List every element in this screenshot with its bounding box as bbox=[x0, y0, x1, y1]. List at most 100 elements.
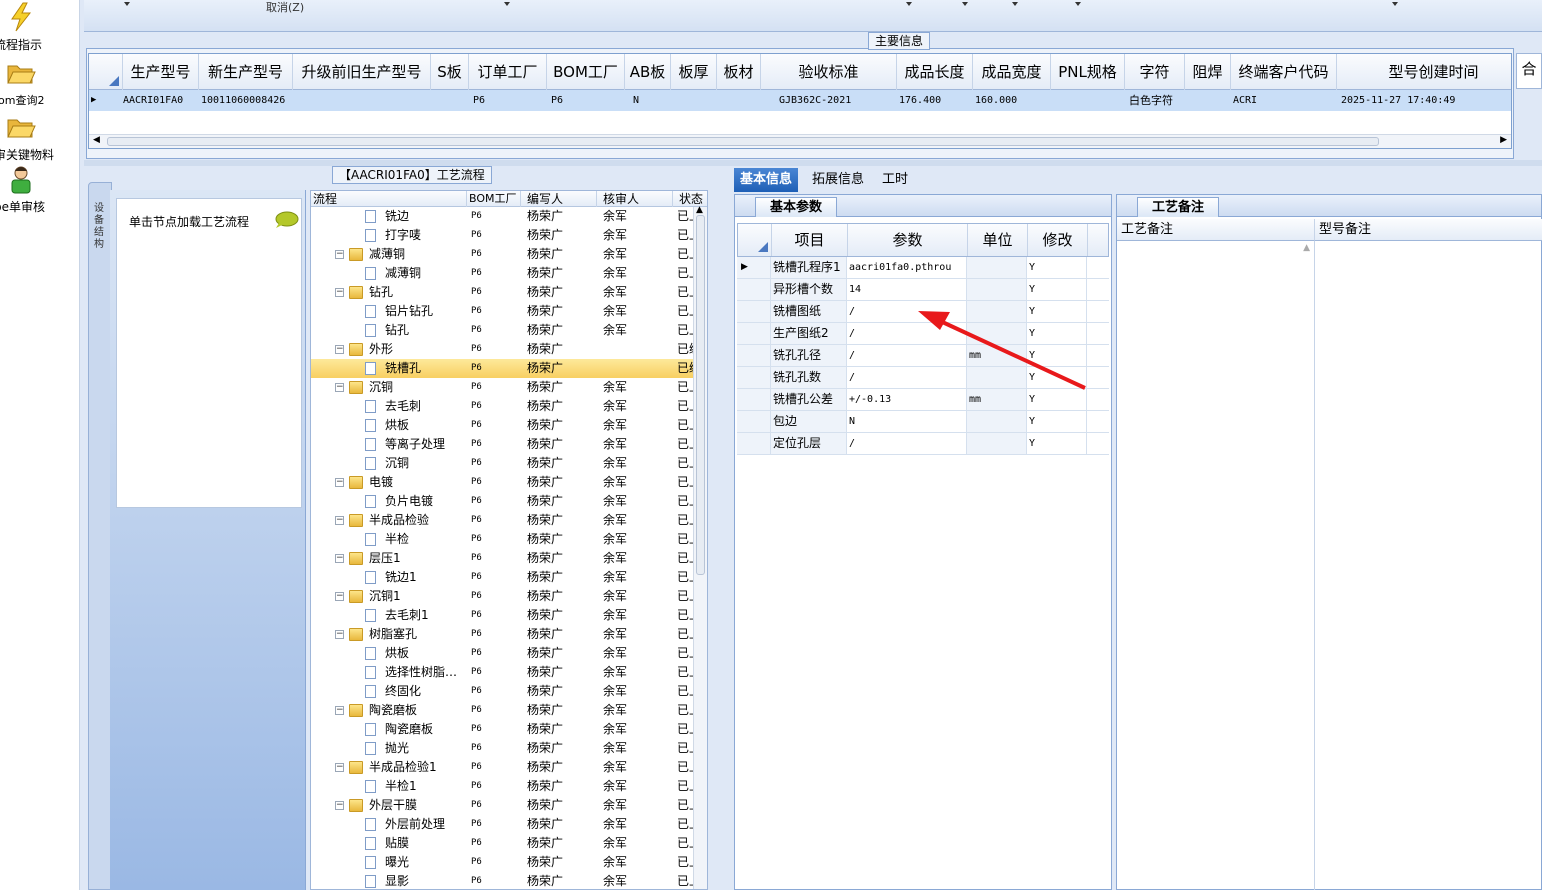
dropdown-arrow-icon[interactable] bbox=[906, 2, 912, 6]
col-header[interactable]: 生产型号 bbox=[123, 54, 199, 90]
param-value[interactable]: 14 bbox=[847, 279, 967, 300]
col-header[interactable]: 板材 bbox=[717, 54, 761, 90]
dropdown-arrow-icon[interactable] bbox=[962, 2, 968, 6]
tree-node-row[interactable]: 贴膜P6杨荣广余军已上区 bbox=[311, 834, 707, 853]
tab-work-hours[interactable]: 工时 bbox=[876, 168, 914, 192]
param-row[interactable]: 定位孔层 / Y bbox=[737, 433, 1109, 455]
row-selector[interactable] bbox=[737, 279, 771, 300]
tree-node-row[interactable]: 减薄铜P6杨荣广余军已上区 bbox=[311, 264, 707, 283]
dropdown-arrow-icon[interactable] bbox=[1012, 2, 1018, 6]
table-cell[interactable]: AACRI01FA0 bbox=[123, 90, 199, 111]
hint-box[interactable]: 单击节点加载工艺流程 bbox=[116, 198, 302, 508]
tree-node-row[interactable]: 等离子处理P6杨荣广余军已上区 bbox=[311, 435, 707, 454]
tree-node-row[interactable]: −层压1P6杨荣广余军已上区 bbox=[311, 549, 707, 568]
param-value[interactable]: N bbox=[847, 411, 967, 432]
param-row[interactable]: 生产图纸2/ Y bbox=[737, 323, 1109, 345]
tree-node-row[interactable]: 铣边P6杨荣广余军已上区 bbox=[311, 207, 707, 226]
table-cell[interactable]: 白色字符 bbox=[1129, 90, 1185, 111]
col-header[interactable]: BOM工厂 bbox=[467, 191, 521, 207]
col-header[interactable]: 流程 bbox=[311, 191, 467, 207]
param-row[interactable]: 异形槽个数 14 Y bbox=[737, 279, 1109, 301]
table-row[interactable]: ▶ AACRI01FA0 10011060008426 P6 P6 N GJB3… bbox=[89, 90, 1511, 111]
tree-node-row[interactable]: 烘板P6杨荣广余军已上区 bbox=[311, 416, 707, 435]
tree-node-row[interactable]: 打字唛P6杨荣广余军已上区 bbox=[311, 226, 707, 245]
col-header[interactable]: 型号备注 bbox=[1315, 219, 1542, 241]
launcher-item-bom[interactable]: om查询2 bbox=[0, 58, 79, 108]
tab-extended-info[interactable]: 拓展信息 bbox=[806, 168, 870, 192]
tree-node-row[interactable]: −陶瓷磨板P6杨荣广余军已上区 bbox=[311, 701, 707, 720]
table-cell[interactable]: 160.000 bbox=[975, 90, 1045, 111]
col-header[interactable]: 升级前旧生产型号 bbox=[293, 54, 431, 90]
tree-node-row[interactable]: 显影P6杨荣广余军已上区 bbox=[311, 872, 707, 889]
param-row[interactable]: ▶ 铣槽孔程序1 aacri01fa0.pthrou Y bbox=[737, 257, 1109, 279]
scrollbar-thumb[interactable] bbox=[696, 215, 705, 575]
row-selector[interactable] bbox=[737, 345, 771, 366]
col-header[interactable]: 单位 bbox=[968, 224, 1028, 256]
col-header[interactable]: S板 bbox=[431, 54, 469, 90]
param-value[interactable]: / bbox=[847, 301, 967, 322]
row-selector[interactable]: ▶ bbox=[737, 257, 771, 278]
tree-node-row[interactable]: 陶瓷磨板P6杨荣广余军已上区 bbox=[311, 720, 707, 739]
tree-node-row[interactable]: 烘板P6杨荣广余军已上区 bbox=[311, 644, 707, 663]
row-selector[interactable] bbox=[737, 301, 771, 322]
param-row[interactable]: 铣孔孔径 / mm Y bbox=[737, 345, 1109, 367]
collapse-icon[interactable]: − bbox=[335, 383, 344, 392]
tree-node-row[interactable]: 半检P6杨荣广余军已上区 bbox=[311, 530, 707, 549]
vertical-scrollbar[interactable]: ▲ bbox=[693, 205, 707, 889]
col-header[interactable]: 终端客户代码 bbox=[1231, 54, 1337, 90]
table-cell[interactable]: ACRI bbox=[1233, 90, 1333, 111]
col-header[interactable]: 阻焊 bbox=[1185, 54, 1231, 90]
row-selector[interactable] bbox=[737, 367, 771, 388]
tree-node-row[interactable]: −外形P6杨荣广已编写 bbox=[311, 340, 707, 359]
collapse-icon[interactable]: − bbox=[335, 763, 344, 772]
tree-node-row[interactable]: −沉铜P6杨荣广余军已上区 bbox=[311, 378, 707, 397]
param-value[interactable]: / bbox=[847, 323, 967, 344]
table-cell[interactable]: P6 bbox=[473, 90, 543, 111]
side-button[interactable]: 合 bbox=[1516, 53, 1542, 89]
tree-node-row[interactable]: 沉铜P6杨荣广余军已上区 bbox=[311, 454, 707, 473]
tree-node-row[interactable]: −外层干膜P6杨荣广余军已上区 bbox=[311, 796, 707, 815]
tree-node-row[interactable]: −减薄铜P6杨荣广余军已上区 bbox=[311, 245, 707, 264]
col-header[interactable]: 项目 bbox=[772, 224, 848, 256]
tree-node-row[interactable]: 铣边1P6杨荣广余军已上区 bbox=[311, 568, 707, 587]
col-header[interactable]: 板厚 bbox=[671, 54, 717, 90]
launcher-item-flow[interactable]: 流程指示 bbox=[0, 2, 79, 52]
dropdown-arrow-icon[interactable] bbox=[1392, 2, 1398, 6]
dropdown-arrow-icon[interactable] bbox=[504, 2, 510, 6]
col-header[interactable]: PNL规格 bbox=[1051, 54, 1125, 90]
collapse-icon[interactable]: − bbox=[335, 554, 344, 563]
param-row[interactable]: 铣槽孔公差 +/-0.13 mm Y bbox=[737, 389, 1109, 411]
tree-node-row[interactable]: 钻孔P6杨荣广余军已上区 bbox=[311, 321, 707, 340]
tree-node-row[interactable]: −沉铜1P6杨荣广余军已上区 bbox=[311, 587, 707, 606]
col-header[interactable]: AB板 bbox=[625, 54, 671, 90]
tree-node-row[interactable]: 去毛刺P6杨荣广余军已上区 bbox=[311, 397, 707, 416]
scroll-right-icon[interactable]: ▶ bbox=[1500, 135, 1507, 145]
collapse-icon[interactable]: − bbox=[335, 516, 344, 525]
tree-node-row[interactable]: 选择性树脂…P6杨荣广余军已上区 bbox=[311, 663, 707, 682]
col-header[interactable]: 核审人 bbox=[597, 191, 673, 207]
col-header[interactable]: 新生产型号 bbox=[199, 54, 293, 90]
collapse-icon[interactable]: − bbox=[335, 250, 344, 259]
collapse-icon[interactable]: − bbox=[335, 288, 344, 297]
tab-basic-info[interactable]: 基本信息 bbox=[734, 168, 799, 192]
cancel-button[interactable]: 取消(Z) bbox=[266, 0, 304, 15]
dropdown-arrow-icon[interactable] bbox=[124, 2, 130, 6]
param-value[interactable]: / bbox=[847, 367, 967, 388]
scroll-left-icon[interactable]: ◀ bbox=[93, 135, 100, 145]
dropdown-arrow-icon[interactable] bbox=[1075, 2, 1081, 6]
param-row[interactable]: 铣孔孔数 / Y bbox=[737, 367, 1109, 389]
table-cell[interactable]: 176.400 bbox=[899, 90, 969, 111]
table-cell[interactable]: 2025-11-27 17:40:49 bbox=[1341, 90, 1511, 111]
scroll-up-icon[interactable]: ▲ bbox=[1303, 243, 1310, 253]
model-note-field[interactable] bbox=[1315, 241, 1542, 890]
col-header[interactable]: 成品长度 bbox=[897, 54, 973, 90]
tree-node-row[interactable]: −半成品检验1P6杨荣广余军已上区 bbox=[311, 758, 707, 777]
col-header[interactable]: 参数 bbox=[848, 224, 968, 256]
collapse-icon[interactable]: − bbox=[335, 345, 344, 354]
col-header[interactable]: 字符 bbox=[1125, 54, 1185, 90]
collapse-icon[interactable]: − bbox=[335, 706, 344, 715]
col-header[interactable]: 验收标准 bbox=[761, 54, 897, 90]
collapse-icon[interactable]: − bbox=[335, 592, 344, 601]
tree-node-row[interactable]: −树脂塞孔P6杨荣广余军已上区 bbox=[311, 625, 707, 644]
col-header[interactable]: 型号创建时间 bbox=[1337, 54, 1511, 90]
